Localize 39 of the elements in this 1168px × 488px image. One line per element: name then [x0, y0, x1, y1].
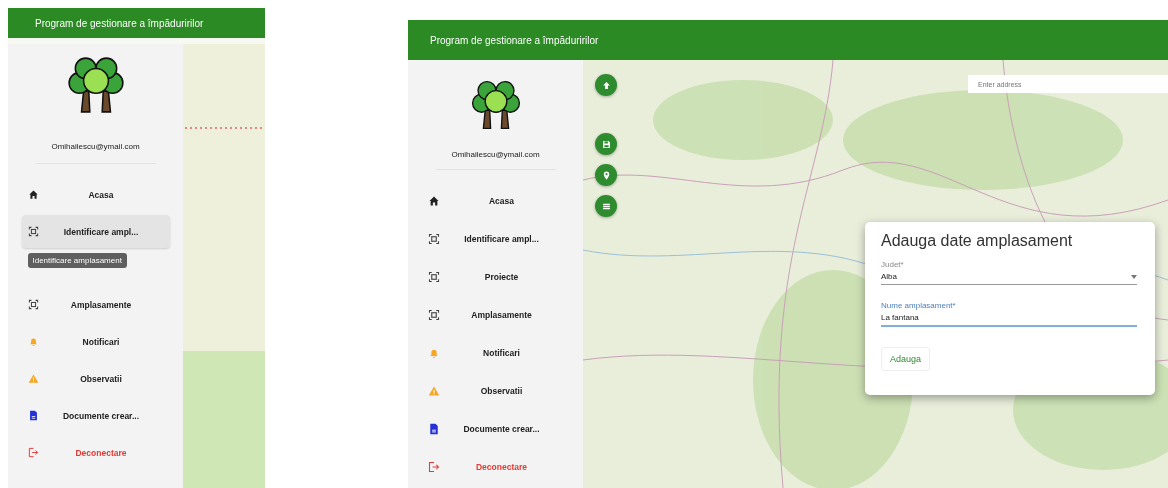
tooltip: Identificare amplasament	[27, 253, 127, 268]
add-button[interactable]: Adauga	[881, 347, 931, 371]
frame-icon	[427, 270, 440, 283]
logout-icon	[427, 460, 440, 473]
county-select[interactable]: Judet* Alba	[881, 260, 1137, 285]
menu-item[interactable]: Documente crear...	[421, 412, 570, 445]
frame-icon	[27, 299, 39, 310]
menu-item[interactable]: Identificare ampl...	[421, 222, 570, 255]
home-icon	[27, 189, 39, 200]
menu-item[interactable]: Acasa	[421, 184, 570, 217]
app-title: Program de gestionare a împăduririlor	[35, 17, 204, 29]
menu-item[interactable]: Documente crear...	[21, 399, 170, 432]
frame-icon	[27, 226, 39, 237]
menu-item[interactable]: Notificari	[21, 325, 170, 358]
menu-item[interactable]: Identificare ampl...	[21, 215, 170, 248]
frame-icon	[427, 308, 440, 321]
menu-item[interactable]: Amplasamente	[421, 298, 570, 331]
arrow-up-icon	[600, 79, 612, 91]
caret-icon	[1131, 274, 1137, 279]
app-title: Program de gestionare a împăduririlor	[430, 34, 599, 46]
menu-item[interactable]: Observatii	[21, 362, 170, 395]
user-email: Omihailescu@ymail.com	[51, 142, 140, 151]
logout-icon	[27, 447, 39, 458]
menu-item[interactable]: Amplasamente	[21, 288, 170, 321]
dialog-title: Adauga date amplasament	[881, 232, 1074, 250]
menu-item[interactable]: Deconectare	[421, 450, 570, 483]
warning-icon	[427, 384, 440, 397]
document-icon	[27, 410, 39, 421]
menu-item[interactable]: Notificari	[421, 336, 570, 369]
document-icon	[427, 422, 440, 435]
menu-item[interactable]: Deconectare	[21, 436, 170, 469]
menu-item[interactable]: Proiecte	[421, 260, 570, 293]
frame-icon	[427, 232, 440, 245]
home-icon	[427, 194, 440, 207]
user-email: Omihailescu@ymail.com	[451, 150, 540, 159]
menu-item[interactable]: Acasa	[21, 178, 170, 211]
warning-icon	[27, 373, 39, 384]
location-name-field[interactable]: Nume amplasament* La fantana	[881, 301, 1137, 327]
menu-item[interactable]: Observatii	[421, 374, 570, 407]
